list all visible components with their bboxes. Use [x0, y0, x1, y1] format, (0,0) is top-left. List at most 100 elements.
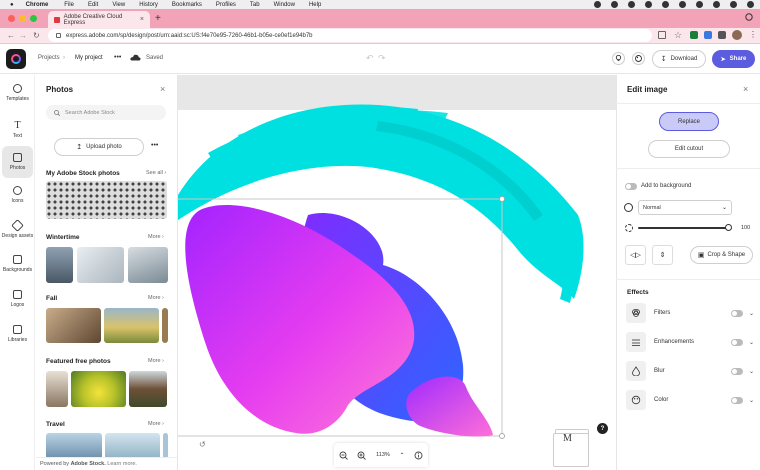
tray-icon[interactable] — [713, 1, 720, 8]
tray-icon[interactable] — [611, 1, 618, 8]
share-page-icon[interactable] — [658, 31, 666, 39]
window-close-icon[interactable] — [8, 15, 15, 22]
effect-row-color[interactable]: Color ⌄ — [626, 389, 754, 411]
blur-toggle[interactable] — [730, 367, 743, 375]
color-toggle[interactable] — [730, 396, 743, 404]
canvas-info-icon[interactable] — [414, 451, 423, 460]
menu-edit[interactable]: Edit — [88, 2, 98, 8]
photo-thumbnail[interactable] — [128, 247, 168, 283]
chevron-down-icon[interactable]: ⌄ — [749, 368, 754, 375]
filters-toggle[interactable] — [730, 309, 743, 317]
download-button[interactable]: ↧ Download — [652, 50, 706, 68]
section-link[interactable]: More › — [148, 358, 164, 364]
chrome-menu-icon[interactable]: ⋮ — [749, 30, 757, 39]
extensions-puzzle-icon[interactable] — [718, 31, 726, 39]
menu-help[interactable]: Help — [309, 2, 321, 8]
photo-thumbnail[interactable] — [162, 308, 168, 343]
tray-icon[interactable] — [679, 1, 686, 8]
rail-item-backgrounds[interactable]: Backgrounds — [0, 248, 35, 280]
photo-thumbnail[interactable] — [104, 308, 159, 343]
photo-thumbnail[interactable] — [46, 308, 101, 343]
menu-app-chrome[interactable]: Chrome — [26, 2, 49, 8]
tray-icon[interactable] — [628, 1, 635, 8]
menu-file[interactable]: File — [64, 2, 74, 8]
url-bar[interactable]: express.adobe.com/sp/design/post/urn:aai… — [48, 29, 652, 42]
panel-close-icon[interactable]: × — [160, 84, 165, 94]
undo-icon[interactable]: ↶ — [366, 53, 374, 64]
window-zoom-icon[interactable] — [30, 15, 37, 22]
tab-search-icon[interactable] — [745, 13, 753, 21]
rail-item-design-assets[interactable]: Design assets — [0, 214, 35, 246]
reload-icon[interactable]: ↻ — [33, 31, 40, 40]
project-more-button[interactable]: ••• — [114, 54, 121, 61]
extension-icon[interactable] — [690, 31, 698, 39]
new-tab-icon[interactable]: + — [155, 13, 161, 24]
design-canvas[interactable] — [178, 75, 616, 470]
back-icon[interactable]: ← — [7, 31, 15, 40]
effect-row-blur[interactable]: Blur ⌄ — [626, 360, 754, 382]
section-link[interactable]: See all › — [146, 170, 166, 176]
tray-icon[interactable] — [730, 1, 737, 8]
menu-window[interactable]: Window — [274, 2, 295, 8]
window-minimize-icon[interactable] — [19, 15, 26, 22]
share-button[interactable]: ➤ Share — [712, 50, 755, 68]
chevron-down-icon[interactable]: ⌄ — [749, 339, 754, 346]
resize-handle[interactable] — [499, 433, 505, 439]
section-link[interactable]: More › — [148, 234, 164, 240]
replace-button[interactable]: Replace — [659, 112, 719, 131]
tray-icon[interactable] — [645, 1, 652, 8]
forward-icon[interactable]: → — [19, 31, 27, 40]
photo-thumbnail[interactable] — [105, 433, 160, 459]
photo-thumbnail[interactable] — [129, 371, 167, 407]
menu-history[interactable]: History — [139, 2, 158, 8]
apple-icon[interactable]: ● — [10, 2, 14, 8]
opacity-slider-handle[interactable] — [725, 224, 732, 231]
photo-thumbnail[interactable] — [46, 371, 68, 407]
breadcrumb-projects[interactable]: Projects — [38, 55, 60, 61]
zoom-level[interactable]: 113% — [376, 452, 390, 458]
tray-icon[interactable] — [747, 1, 754, 8]
edit-cutout-button[interactable]: Edit cutout — [648, 140, 730, 158]
cc-express-logo[interactable] — [6, 49, 26, 69]
add-to-background-toggle[interactable] — [625, 183, 637, 190]
enhancements-toggle[interactable] — [730, 338, 743, 346]
photo-thumbnail[interactable] — [71, 371, 126, 407]
menu-view[interactable]: View — [112, 2, 125, 8]
photo-thumbnail[interactable] — [77, 247, 124, 283]
photo-thumbnail[interactable] — [46, 433, 102, 459]
page-thumbnail-stack[interactable]: M — [553, 425, 591, 470]
profile-avatar[interactable] — [732, 30, 742, 40]
section-link[interactable]: More › — [148, 295, 164, 301]
tray-icon[interactable] — [662, 1, 669, 8]
extension-icon[interactable] — [704, 31, 712, 39]
upload-more-button[interactable]: ••• — [151, 142, 158, 149]
rail-item-photos[interactable]: Photos — [2, 146, 33, 178]
lightbulb-icon[interactable] — [612, 52, 625, 65]
crop-shape-button[interactable]: ▣ Crop & Shape — [690, 246, 753, 264]
tray-icon[interactable] — [696, 1, 703, 8]
zoom-in-icon[interactable] — [357, 451, 367, 460]
photo-thumbnail[interactable] — [163, 433, 168, 459]
menu-bookmarks[interactable]: Bookmarks — [172, 2, 202, 8]
project-name[interactable]: My project — [75, 55, 103, 61]
rail-item-libraries[interactable]: Libraries — [0, 318, 35, 350]
tray-icon[interactable] — [594, 1, 601, 8]
rail-item-text[interactable]: T Text — [0, 113, 35, 145]
browser-tab[interactable]: Adobe Creative Cloud Express × — [48, 11, 150, 28]
tab-close-icon[interactable]: × — [140, 16, 144, 23]
brand-palette-icon[interactable] — [632, 52, 645, 65]
help-button[interactable]: ? — [597, 423, 608, 434]
reset-view-icon[interactable]: ↺ — [199, 440, 206, 449]
redo-icon[interactable]: ↷ — [378, 53, 386, 64]
menu-tab[interactable]: Tab — [250, 2, 260, 8]
chevron-down-icon[interactable]: ⌄ — [749, 310, 754, 317]
zoom-out-icon[interactable] — [339, 451, 348, 460]
blend-mode-select[interactable]: Normal ⌄ — [638, 200, 732, 215]
upload-photo-button[interactable]: ↥ Upload photo — [54, 138, 144, 156]
resize-handle[interactable] — [499, 196, 505, 202]
opacity-slider-track[interactable] — [638, 227, 728, 229]
photo-thumbnail[interactable] — [46, 247, 73, 283]
bookmark-star-icon[interactable]: ☆ — [674, 30, 682, 40]
rail-item-logos[interactable]: Logos — [0, 283, 35, 315]
menu-profiles[interactable]: Profiles — [216, 2, 236, 8]
